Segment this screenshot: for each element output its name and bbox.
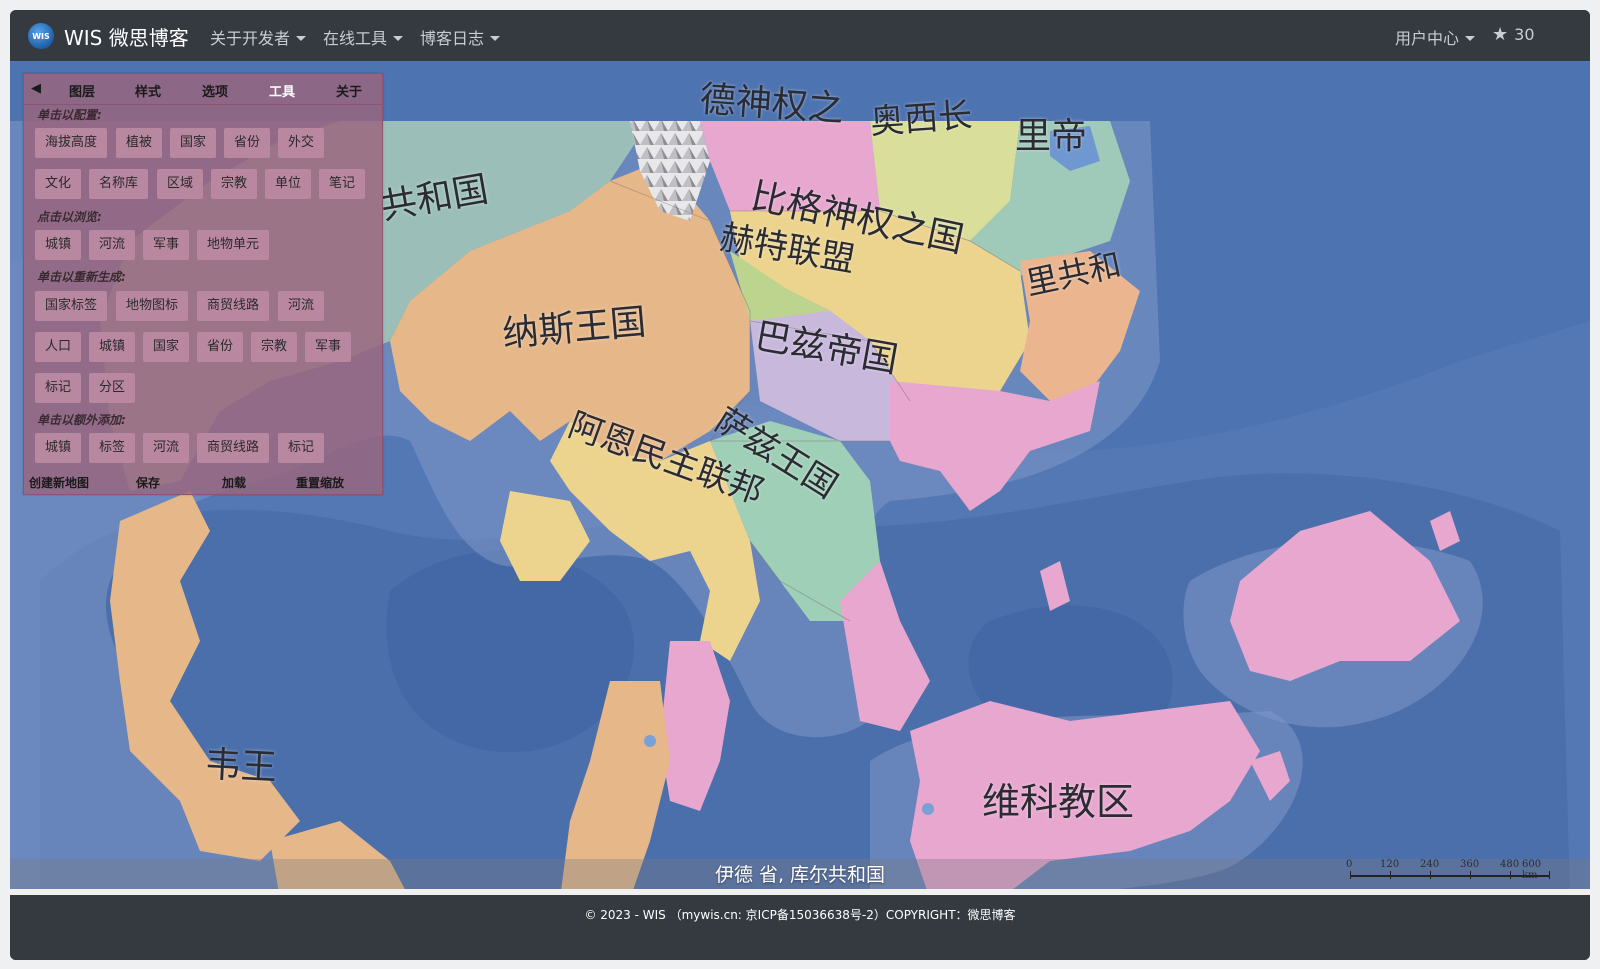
caret-down-icon [490,36,501,41]
add-burg-button[interactable]: 城镇 [35,433,82,463]
configure-units-button[interactable]: 单位 [265,169,312,199]
country-label: 维科教区 [982,780,1135,824]
scale-bar: 0 120 240 360 480 600 km [1346,859,1556,881]
add-river-button[interactable]: 河流 [143,433,190,463]
brand[interactable]: WIS WIS 微思博客 [28,22,189,50]
tools-panel: ◀ 图层 样式 选项 工具 关于 单击以配置: 海拔高度 植被 国家 省份 外交… [23,73,383,495]
scale-tick [1430,871,1431,879]
regenerate-states-button[interactable]: 国家 [143,332,190,362]
add-route-button[interactable]: 商贸线路 [197,433,270,463]
scale-tick-label: 240 [1420,859,1440,870]
tab-options[interactable]: 选项 [202,81,228,100]
configure-vegetation-button[interactable]: 植被 [116,128,163,158]
scale-tick [1510,871,1511,879]
regenerate-provinces-button[interactable]: 省份 [197,332,244,362]
regenerate-icons-button[interactable]: 地物图标 [116,291,189,321]
nav-user-center-label: 用户中心 [1395,29,1460,48]
configure-notes-button[interactable]: 笔记 [319,169,366,199]
star-button[interactable]: ★ 30 [1492,24,1535,45]
scale-tick-label: 600 km [1522,859,1542,881]
province-name: 伊德 省, 库尔共和国 [714,864,886,886]
country-label: 奥西长 [868,95,974,143]
scale-tick-label: 0 [1346,859,1353,870]
section-add-title: 单击以额外添加: [37,413,126,427]
browse-military-button[interactable]: 军事 [143,230,190,260]
nav-blog-label: 博客日志 [420,29,485,48]
nav-blog[interactable]: 博客日志 [420,25,501,49]
configure-religions-button[interactable]: 宗教 [211,169,258,199]
tab-tools[interactable]: 工具 [269,81,295,100]
country-label: 德神权之 [698,79,846,130]
caret-down-icon [393,36,404,41]
configure-namesbase-button[interactable]: 名称库 [89,169,149,199]
scale-tick-label: 360 [1460,859,1480,870]
add-label-button[interactable]: 标签 [89,433,136,463]
regenerate-religions-button[interactable]: 宗教 [251,332,298,362]
browse-features-button[interactable]: 地物单元 [197,230,270,260]
nav-online-tools[interactable]: 在线工具 [323,25,404,49]
panel-tabs: ◀ 图层 样式 选项 工具 关于 [24,74,382,105]
scale-tick [1350,871,1351,879]
brand-title: WIS 微思博客 [64,25,189,50]
regenerate-zones-button[interactable]: 分区 [89,373,136,403]
scale-tick [1470,871,1471,879]
section-browse-title: 点击以浏览: [37,210,102,224]
regenerate-burgs-button[interactable]: 城镇 [89,332,136,362]
regenerate-markers-button[interactable]: 标记 [35,373,82,403]
configure-zones-button[interactable]: 区域 [157,169,204,199]
tab-style[interactable]: 样式 [135,81,161,100]
section-configure-title: 单击以配置: [37,108,102,122]
caret-down-icon [296,36,307,41]
browse-rivers-button[interactable]: 河流 [89,230,136,260]
regenerate-military-button[interactable]: 军事 [305,332,352,362]
configure-diplomacy-button[interactable]: 外交 [278,128,325,158]
section-regenerate-title: 单击以重新生成: [37,270,126,284]
reset-zoom-button[interactable]: 重置缩放 [296,474,344,491]
save-button[interactable]: 保存 [136,474,160,491]
nav-about-developer-label: 关于开发者 [210,29,291,48]
load-button[interactable]: 加载 [222,474,246,491]
regenerate-routes-button[interactable]: 商贸线路 [197,291,270,321]
browser-frame: WIS WIS 微思博客 关于开发者 在线工具 博客日志 用户中心 ★ 30 德… [10,10,1590,960]
scale-tick-label: 480 [1500,859,1520,870]
configure-elevation-button[interactable]: 海拔高度 [35,128,108,158]
nav-about-developer[interactable]: 关于开发者 [210,25,307,49]
star-icon: ★ [1492,24,1509,45]
country-label: 里帝 [1015,116,1088,157]
tab-about[interactable]: 关于 [336,81,362,100]
caret-down-icon [1465,36,1476,41]
footer-copyright: © 2023 - WIS （mywis.cn: 京ICP备15036638号-2… [584,908,1016,922]
new-map-button[interactable]: 创建新地图 [29,474,89,491]
add-marker-button[interactable]: 标记 [278,433,325,463]
configure-states-button[interactable]: 国家 [170,128,217,158]
wis-logo-icon: WIS [28,23,54,49]
regenerate-population-button[interactable]: 人口 [35,332,82,362]
footer: © 2023 - WIS （mywis.cn: 京ICP备15036638号-2… [10,895,1590,960]
scale-tick-label: 120 [1380,859,1400,870]
nav-user-center[interactable]: 用户中心 [1395,25,1476,49]
configure-cultures-button[interactable]: 文化 [35,169,82,199]
regenerate-rivers-button[interactable]: 河流 [278,291,325,321]
scale-tick [1549,871,1550,879]
regenerate-state-labels-button[interactable]: 国家标签 [35,291,108,321]
browse-burgs-button[interactable]: 城镇 [35,230,82,260]
scale-tick [1390,871,1391,879]
star-count: 30 [1514,25,1535,44]
tab-layers[interactable]: 图层 [69,81,95,100]
top-navbar: WIS WIS 微思博客 关于开发者 在线工具 博客日志 用户中心 ★ 30 [10,10,1590,62]
collapse-panel-icon[interactable]: ◀ [31,81,41,96]
scale-line [1350,875,1550,877]
nav-online-tools-label: 在线工具 [323,29,388,48]
country-label: 韦王 [203,744,278,789]
configure-provinces-button[interactable]: 省份 [224,128,271,158]
